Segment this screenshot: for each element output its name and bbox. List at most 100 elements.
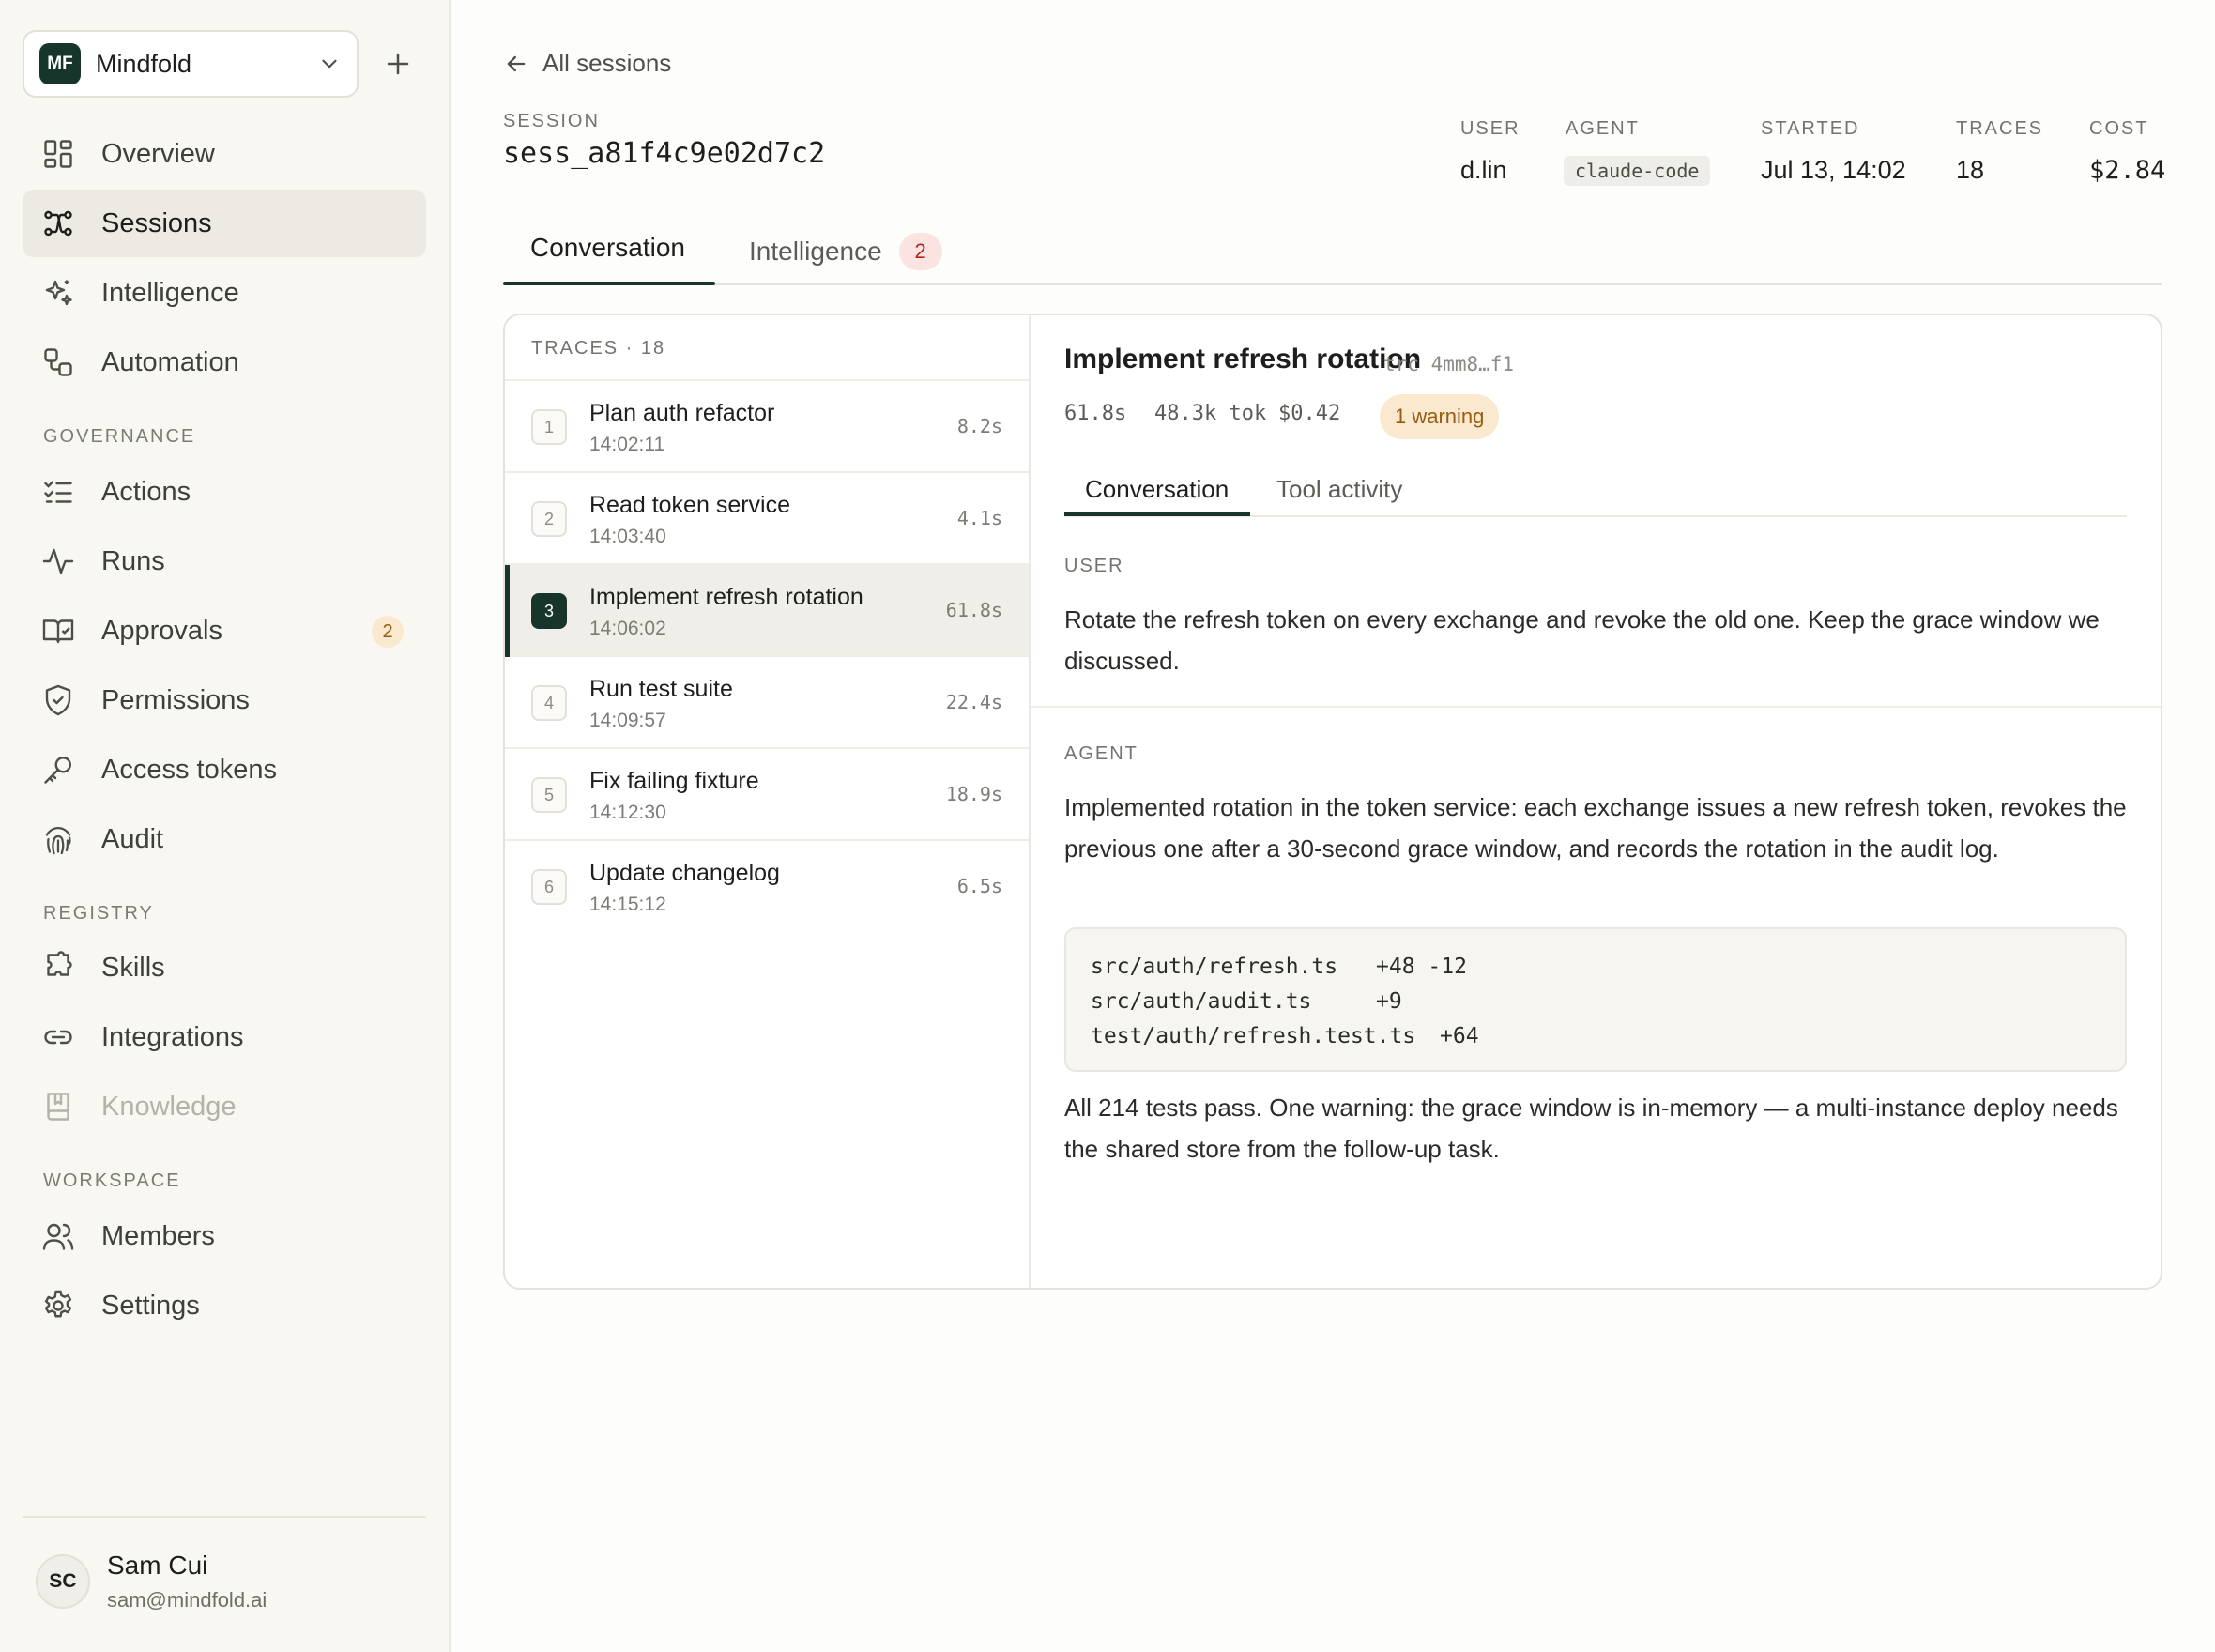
meta-traces-value: 18: [1956, 156, 1985, 184]
sidebar-item-label: Approvals: [101, 615, 222, 646]
section-workspace: WORKSPACE: [43, 1170, 181, 1191]
changed-file-line: src/auth/audit.ts +9: [1091, 985, 2100, 1019]
message-divider: [1031, 706, 2161, 708]
trace-title: Fix failing fixture: [589, 768, 759, 794]
sidebar-item-integrations[interactable]: Integrations: [23, 1003, 426, 1071]
trace-number: 1: [531, 409, 567, 445]
trace-number: 4: [531, 685, 567, 721]
trace-detail-title: Implement refresh rotation: [1064, 344, 1422, 375]
trace-duration-stat: 61.8s: [1064, 402, 1127, 425]
file-path: src/auth/refresh.ts: [1091, 955, 1338, 979]
overview-icon: [41, 137, 75, 171]
shield-icon: [41, 683, 75, 717]
trace-cost-stat: $0.42: [1278, 402, 1341, 425]
sidebar-item-label: Access tokens: [101, 754, 277, 785]
trace-row[interactable]: 6 Update changelog 14:15:12 6.5s: [505, 841, 1029, 933]
sidebar-item-permissions[interactable]: Permissions: [23, 666, 426, 734]
trace-time: 14:06:02: [589, 618, 666, 639]
sidebar-item-label: Sessions: [101, 207, 212, 238]
sidebar-item-label: Automation: [101, 346, 239, 377]
sidebar-item-runs[interactable]: Runs: [23, 528, 426, 595]
trace-time: 14:03:40: [589, 526, 666, 547]
sidebar-item-overview[interactable]: Overview: [23, 120, 426, 188]
sidebar-item-label: Actions: [101, 476, 191, 507]
sidebar: MF Mindfold Overview Sessions Intelligen…: [0, 0, 451, 1652]
trace-row[interactable]: 4 Run test suite 14:09:57 22.4s: [505, 657, 1029, 749]
tab-intelligence[interactable]: Intelligence 2: [749, 233, 942, 270]
checklist-icon: [41, 475, 75, 509]
changed-file-line: src/auth/refresh.ts +48 -12: [1091, 950, 2100, 985]
meta-started-label: STARTED: [1761, 118, 1860, 139]
sparkle-icon: [41, 276, 75, 310]
chevron-down-icon: [322, 59, 337, 69]
sidebar-item-members[interactable]: Members: [23, 1202, 426, 1270]
meta-started-value: Jul 13, 14:02: [1761, 156, 1906, 184]
trace-duration: 18.9s: [945, 783, 1002, 805]
sidebar-item-approvals[interactable]: Approvals 2: [23, 597, 426, 665]
session-detail-card: TRACES · 18 1 Plan auth refactor 14:02:1…: [503, 314, 2162, 1290]
warning-badge[interactable]: 1 warning: [1380, 394, 1500, 439]
trace-row[interactable]: 1 Plan auth refactor 14:02:11 8.2s: [505, 381, 1029, 473]
meta-agent-label: AGENT: [1566, 118, 1640, 139]
sidebar-item-intelligence[interactable]: Intelligence: [23, 259, 426, 327]
sidebar-item-audit[interactable]: Audit: [23, 805, 426, 873]
trace-number: 6: [531, 869, 567, 905]
trace-title: Run test suite: [589, 676, 733, 702]
meta-user-value: d.lin: [1460, 156, 1507, 184]
sidebar-item-knowledge[interactable]: Knowledge: [23, 1073, 426, 1140]
puzzle-icon: [41, 951, 75, 985]
book-icon: [41, 1090, 75, 1124]
trace-number: 5: [531, 777, 567, 813]
changed-file-line: test/auth/refresh.test.ts +64: [1091, 1019, 2100, 1054]
sidebar-item-actions[interactable]: Actions: [23, 458, 426, 526]
avatar[interactable]: SC: [36, 1554, 90, 1609]
trace-title: Implement refresh rotation: [589, 584, 863, 610]
sidebar-item-settings[interactable]: Settings: [23, 1272, 426, 1339]
session-label: SESSION: [503, 111, 600, 131]
fingerprint-icon: [41, 822, 75, 856]
user-message: Rotate the refresh token on every exchan…: [1064, 605, 2100, 675]
sidebar-item-automation[interactable]: Automation: [23, 329, 426, 396]
sidebar-item-label: Members: [101, 1220, 215, 1251]
changed-files-block: src/auth/refresh.ts +48 -12 src/auth/audi…: [1064, 927, 2127, 1072]
meta-traces-label: TRACES: [1956, 118, 2044, 139]
trace-number: 3: [531, 593, 567, 629]
key-icon: [41, 753, 75, 787]
sessions-icon: [41, 206, 75, 240]
tab-label: Conversation: [530, 233, 685, 262]
subtab-conversation[interactable]: Conversation: [1085, 475, 1229, 504]
traces-header: TRACES · 18: [531, 338, 666, 359]
trace-row[interactable]: 5 Fix failing fixture 14:12:30 18.9s: [505, 749, 1029, 841]
sidebar-divider: [23, 1516, 426, 1518]
sidebar-item-label: Audit: [101, 823, 164, 854]
trace-detail: Implement refresh rotation trc_4mm8…f1 6…: [1031, 315, 2161, 1288]
back-to-sessions-link[interactable]: All sessions: [503, 49, 671, 78]
sidebar-item-access-tokens[interactable]: Access tokens: [23, 736, 426, 803]
workspace-switcher[interactable]: MF Mindfold: [23, 30, 359, 98]
active-tab-indicator: [503, 282, 715, 285]
sidebar-item-label: Overview: [101, 138, 215, 169]
sidebar-item-sessions[interactable]: Sessions: [23, 190, 426, 257]
trace-row[interactable]: 2 Read token service 14:03:40 4.1s: [505, 473, 1029, 565]
subtab-tool-activity[interactable]: Tool activity: [1276, 475, 1402, 504]
file-diff: +9: [1376, 989, 1402, 1014]
approvals-count-badge: 2: [372, 616, 404, 648]
plus-icon: [387, 53, 409, 75]
trace-time: 14:12:30: [589, 802, 666, 823]
trace-duration: 4.1s: [956, 507, 1002, 529]
tab-conversation[interactable]: Conversation: [530, 233, 685, 263]
approvals-icon: [41, 614, 75, 648]
trace-title: Read token service: [589, 492, 791, 518]
automation-icon: [41, 345, 75, 379]
add-workspace-button[interactable]: [379, 43, 417, 84]
trace-row-selected[interactable]: 3 Implement refresh rotation 14:06:02 61…: [505, 565, 1029, 657]
trace-time: 14:15:12: [589, 894, 666, 915]
session-id: sess_a81f4c9e02d7c2: [503, 137, 826, 170]
trace-tokens-stat: 48.3k tok: [1154, 402, 1267, 425]
file-path: test/auth/refresh.test.ts: [1091, 1024, 1416, 1048]
gear-icon: [41, 1289, 75, 1323]
sidebar-item-label: Settings: [101, 1290, 200, 1321]
intelligence-count-badge: 2: [898, 233, 942, 270]
agent-role-label: AGENT: [1064, 743, 1138, 764]
sidebar-item-skills[interactable]: Skills: [23, 934, 426, 1002]
